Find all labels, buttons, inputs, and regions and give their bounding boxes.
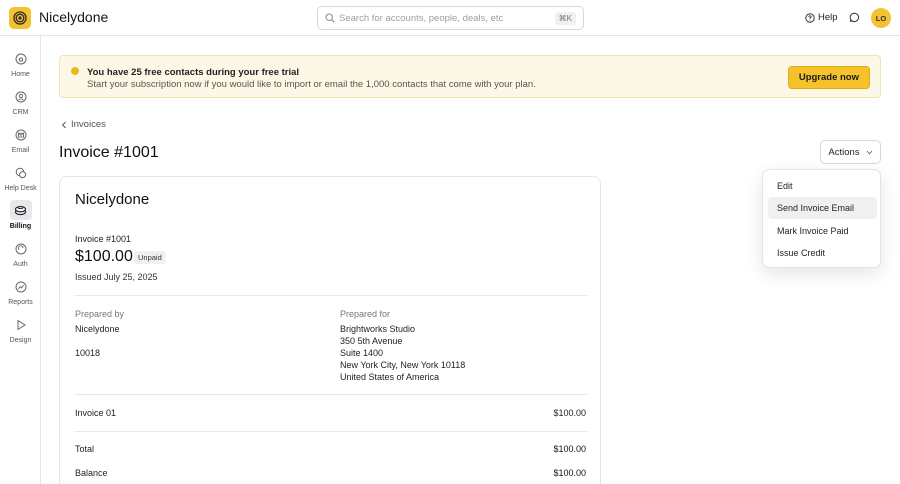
sidebar-item-email[interactable]: Email xyxy=(0,126,41,160)
status-badge: Unpaid xyxy=(134,251,166,264)
sidebar-item-label: Design xyxy=(9,337,32,344)
sidebar-item-label: Billing xyxy=(9,223,32,230)
address-line: Suite 1400 xyxy=(340,348,384,358)
divider xyxy=(75,394,587,395)
crm-icon xyxy=(11,88,31,106)
total-label: Total xyxy=(75,444,95,454)
invoice-number: Invoice #1001 xyxy=(75,234,132,244)
sidebar-item-label: Email xyxy=(11,147,30,154)
warning-dot-icon xyxy=(71,67,79,75)
chevron-down-icon xyxy=(866,150,872,154)
sidebar-item-home[interactable]: Home xyxy=(0,50,41,84)
prepared-by-name: Nicelydone xyxy=(75,324,120,334)
invoice-issued-date: Issued July 25, 2025 xyxy=(75,272,158,282)
menu-item-mark-invoice-paid[interactable]: Mark Invoice Paid xyxy=(768,220,877,242)
address-line: 350 5th Avenue xyxy=(340,336,403,346)
sidebar-item-label: CRM xyxy=(12,109,29,116)
prepared-by-label: Prepared by xyxy=(75,309,125,319)
billing-icon xyxy=(9,200,32,220)
balance-amount: $100.00 xyxy=(553,468,586,478)
menu-item-send-invoice-email[interactable]: Send Invoice Email xyxy=(768,197,877,219)
help-label: Help xyxy=(818,12,838,23)
actions-button[interactable]: Actions xyxy=(820,140,881,164)
prepared-for-name: Brightworks Studio xyxy=(340,324,416,334)
sidebar: Home CRM Email Help Desk Billing Auth Re… xyxy=(0,36,41,484)
invoice-amount: $100.00 xyxy=(75,248,133,265)
help-circle-icon xyxy=(805,12,815,23)
search-shortcut-badge: ⌘K xyxy=(554,12,576,25)
sidebar-item-reports[interactable]: Reports xyxy=(0,278,41,312)
prepared-for-label: Prepared for xyxy=(340,309,391,319)
total-amount: $100.00 xyxy=(553,444,586,454)
sidebar-item-crm[interactable]: CRM xyxy=(0,88,41,122)
design-icon xyxy=(11,316,31,334)
help-desk-icon xyxy=(11,164,31,182)
sidebar-item-auth[interactable]: Auth xyxy=(0,240,41,274)
sidebar-item-label: Home xyxy=(11,71,30,78)
chevron-left-icon xyxy=(61,121,66,128)
search-bar[interactable]: Search for accounts, people, deals, etc … xyxy=(317,6,584,30)
line-item-amount: $100.00 xyxy=(553,408,586,418)
sidebar-item-billing[interactable]: Billing xyxy=(0,200,41,234)
sidebar-item-help-desk[interactable]: Help Desk xyxy=(0,164,41,198)
address-line: United States of America xyxy=(340,372,440,382)
address-line: New York City, New York 10118 xyxy=(340,360,466,370)
line-item-label: Invoice 01 xyxy=(75,408,117,418)
home-icon xyxy=(11,50,31,68)
divider xyxy=(75,431,587,432)
avatar[interactable]: LO xyxy=(871,8,891,28)
balance-label: Balance xyxy=(75,468,108,478)
sidebar-item-label: Auth xyxy=(13,261,28,268)
sidebar-item-label: Help Desk xyxy=(4,185,37,192)
search-input[interactable]: Search for accounts, people, deals, etc xyxy=(339,13,503,24)
app-name: Nicelydone xyxy=(39,9,109,25)
top-bar: Nicelydone Search for accounts, people, … xyxy=(0,0,900,36)
invoice-card: Nicelydone Invoice #1001 $100.00 Unpaid … xyxy=(59,176,601,484)
sidebar-item-label: Reports xyxy=(8,299,33,306)
banner-subtitle: Start your subscription now if you would… xyxy=(87,79,536,90)
page-title: Invoice #1001 xyxy=(59,144,159,161)
trial-banner: You have 25 free contacts during your fr… xyxy=(59,55,881,98)
divider xyxy=(75,295,587,296)
chat-icon[interactable] xyxy=(849,12,860,23)
reports-icon xyxy=(11,278,31,296)
help-link[interactable]: Help xyxy=(805,12,838,23)
invoice-company-name: Nicelydone xyxy=(75,191,150,208)
prepared-by-extra: 10018 xyxy=(75,348,101,358)
actions-label: Actions xyxy=(828,146,860,158)
sidebar-item-design[interactable]: Design xyxy=(0,316,41,350)
breadcrumb[interactable]: Invoices xyxy=(61,119,106,130)
app-logo-icon[interactable] xyxy=(9,7,31,29)
auth-icon xyxy=(11,240,31,258)
search-icon xyxy=(325,13,335,23)
breadcrumb-invoices-link[interactable]: Invoices xyxy=(71,119,106,130)
banner-title: You have 25 free contacts during your fr… xyxy=(87,67,300,78)
menu-item-edit[interactable]: Edit xyxy=(768,175,877,197)
menu-item-issue-credit[interactable]: Issue Credit xyxy=(768,242,877,264)
email-icon xyxy=(11,126,31,144)
actions-dropdown-menu: Edit Send Invoice Email Mark Invoice Pai… xyxy=(762,169,881,268)
upgrade-now-button[interactable]: Upgrade now xyxy=(787,66,870,89)
